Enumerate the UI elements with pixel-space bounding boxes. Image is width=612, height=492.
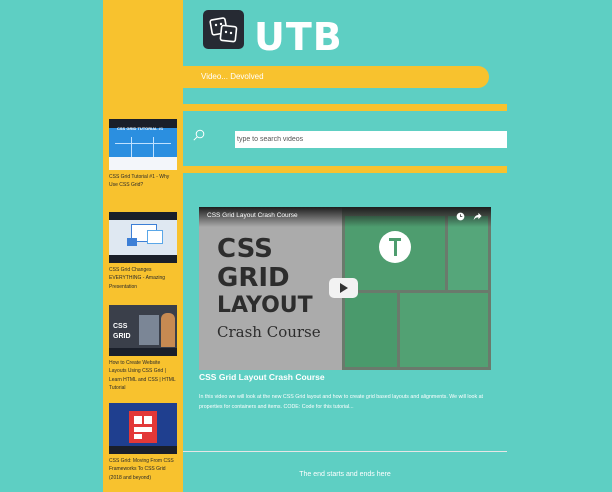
search-bar xyxy=(183,111,507,166)
main-content: CSS GRID LAYOUT Crash Course CSS Grid La… xyxy=(183,173,507,451)
footer-text: The end starts and ends here xyxy=(299,471,391,478)
video-thumbnail[interactable] xyxy=(109,403,177,454)
play-button[interactable] xyxy=(329,278,358,298)
thumbnail-text-grid: GRID xyxy=(217,263,290,293)
sidebar-video-item[interactable]: CSS Grid Changes EVERYTHING - Amazing Pr… xyxy=(109,212,179,291)
tagline-bar: Video... Devolved xyxy=(183,66,489,88)
sidebar-video-title[interactable]: CSS Grid Tutorial #1 - Why Use CSS Grid? xyxy=(109,173,179,190)
watch-later-icon[interactable] xyxy=(456,212,465,221)
video-description: In this video we will look at the new CS… xyxy=(199,394,484,410)
search-icon[interactable] xyxy=(193,129,205,141)
sidebar-video-title[interactable]: How to Create Website Layouts Using CSS … xyxy=(109,359,179,393)
divider-stripe xyxy=(183,104,507,111)
sidebar-video-item[interactable]: CSS GRID How to Create Website Layouts U… xyxy=(109,305,179,393)
site-footer: The end starts and ends here xyxy=(183,451,507,492)
thumbnail-text-layout: LAYOUT xyxy=(217,293,313,318)
sidebar-video-item[interactable]: CSS Grid: Moving From CSS Frameworks To … xyxy=(109,403,179,482)
footer-divider xyxy=(183,451,507,452)
page: CSS GRID TUTORIAL #1 CSS Grid Tutorial #… xyxy=(103,0,507,492)
sidebar-video-title[interactable]: CSS Grid: Moving From CSS Frameworks To … xyxy=(109,457,179,482)
site-header: UTB Video... Devolved xyxy=(183,0,507,104)
video-heading[interactable]: CSS Grid Layout Crash Course xyxy=(199,372,325,382)
video-thumbnail[interactable]: CSS GRID xyxy=(109,305,177,356)
video-player[interactable]: CSS GRID LAYOUT Crash Course CSS Grid La… xyxy=(199,207,491,370)
logo-icon[interactable] xyxy=(203,10,244,49)
sidebar: CSS GRID TUTORIAL #1 CSS Grid Tutorial #… xyxy=(103,0,183,492)
share-icon[interactable] xyxy=(473,212,482,221)
site-title[interactable]: UTB xyxy=(254,15,343,59)
play-icon xyxy=(340,283,348,293)
thumbnail-caption: CSS GRID xyxy=(113,323,131,340)
divider-stripe xyxy=(183,166,507,173)
video-thumbnail[interactable] xyxy=(109,212,177,263)
sidebar-video-title[interactable]: CSS Grid Changes EVERYTHING - Amazing Pr… xyxy=(109,266,179,291)
thumbnail-text-css: CSS xyxy=(217,234,273,264)
site-tagline: Video... Devolved xyxy=(201,72,264,81)
player-video-title[interactable]: CSS Grid Layout Crash Course xyxy=(207,212,298,219)
video-thumbnail[interactable]: CSS GRID TUTORIAL #1 xyxy=(109,119,177,170)
search-input[interactable] xyxy=(235,131,507,148)
player-top-bar: CSS Grid Layout Crash Course xyxy=(199,207,491,227)
thumbnail-caption: CSS GRID TUTORIAL #1 xyxy=(117,126,164,131)
thumbnail-text-subtitle: Crash Course xyxy=(217,323,321,341)
sidebar-video-item[interactable]: CSS GRID TUTORIAL #1 CSS Grid Tutorial #… xyxy=(109,119,179,190)
